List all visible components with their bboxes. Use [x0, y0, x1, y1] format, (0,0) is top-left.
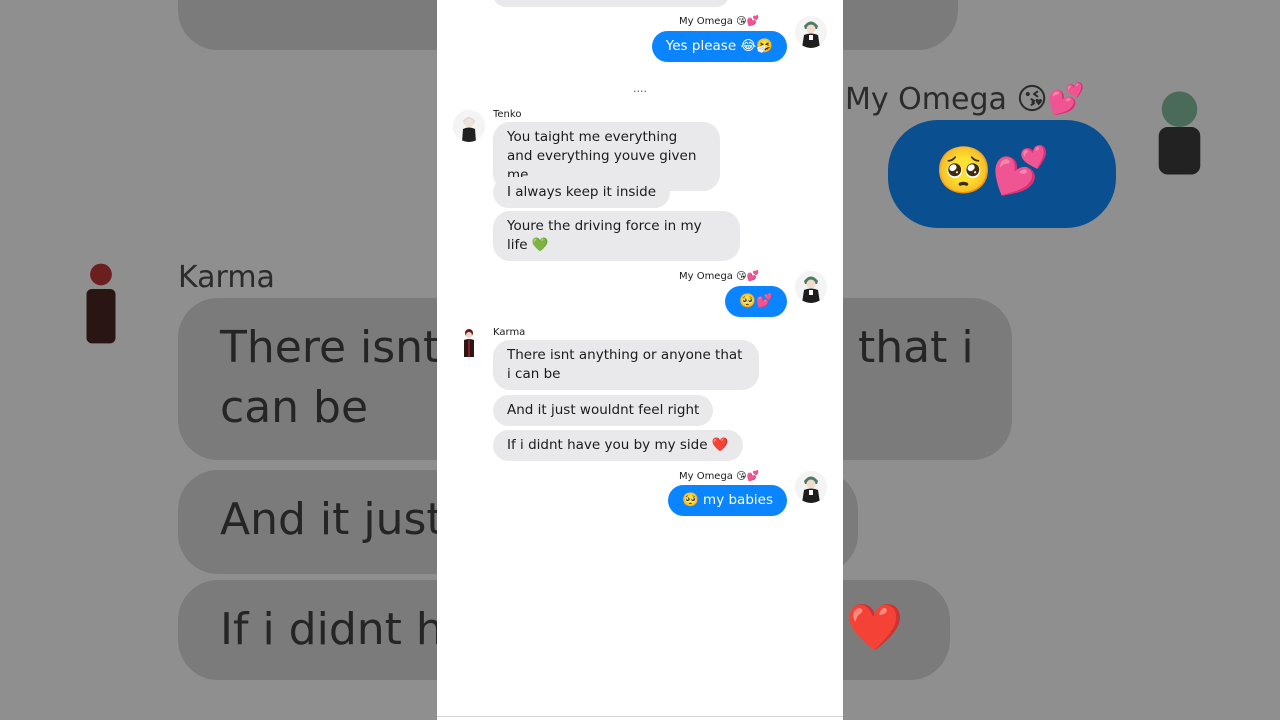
- backdrop-karma-avatar-icon: [72, 258, 130, 358]
- chat-screen: My Omega 😘💕 Yes please 😂🤧 .... Tenko You…: [437, 0, 843, 720]
- incoming-message[interactable]: If i didnt have you by my side ❤️: [493, 430, 743, 461]
- backdrop-omega-avatar-icon: [1132, 80, 1227, 180]
- backdrop-line1: There isnt: [220, 322, 441, 373]
- backdrop-blue-emoji: 🥺💕: [935, 143, 1050, 197]
- backdrop-line3: And it just: [220, 494, 444, 545]
- sender-name-omega: My Omega 😘💕: [678, 471, 759, 482]
- sender-name-tenko: Tenko: [493, 109, 522, 120]
- tenko-avatar-icon[interactable]: [453, 110, 485, 142]
- incoming-message[interactable]: I always keep it inside: [493, 177, 671, 208]
- backdrop-heart-emoji: ❤️: [846, 600, 904, 654]
- backdrop-line1-right: that i: [858, 322, 974, 373]
- karma-avatar-icon[interactable]: [453, 326, 485, 358]
- sender-name-karma: Karma: [493, 327, 526, 338]
- time-separator: ....: [633, 82, 647, 95]
- backdrop-line2: can be: [220, 382, 369, 433]
- outgoing-message[interactable]: Yes please 😂🤧: [651, 31, 787, 62]
- backdrop-karma-name: Karma: [178, 260, 275, 295]
- backdrop-line4: If i didnt ha: [220, 604, 471, 655]
- backdrop-omega-name: My Omega 😘💕: [845, 82, 1086, 117]
- omega-avatar-icon[interactable]: [795, 271, 827, 303]
- incoming-message[interactable]: There isnt anything or anyone that i can…: [493, 340, 759, 390]
- incoming-bubble-partial: [493, 0, 729, 7]
- sender-name-omega: My Omega 😘💕: [678, 271, 759, 282]
- incoming-message[interactable]: Youre the driving force in my life 💚: [493, 211, 740, 261]
- omega-avatar-icon[interactable]: [795, 471, 827, 503]
- bottom-divider: [437, 716, 843, 717]
- outgoing-message[interactable]: 🥺 my babies: [667, 485, 787, 516]
- incoming-message[interactable]: And it just wouldnt feel right: [493, 395, 714, 426]
- outgoing-message[interactable]: 🥺💕: [725, 286, 787, 317]
- omega-avatar-icon[interactable]: [795, 16, 827, 48]
- sender-name-omega: My Omega 😘💕: [678, 16, 759, 27]
